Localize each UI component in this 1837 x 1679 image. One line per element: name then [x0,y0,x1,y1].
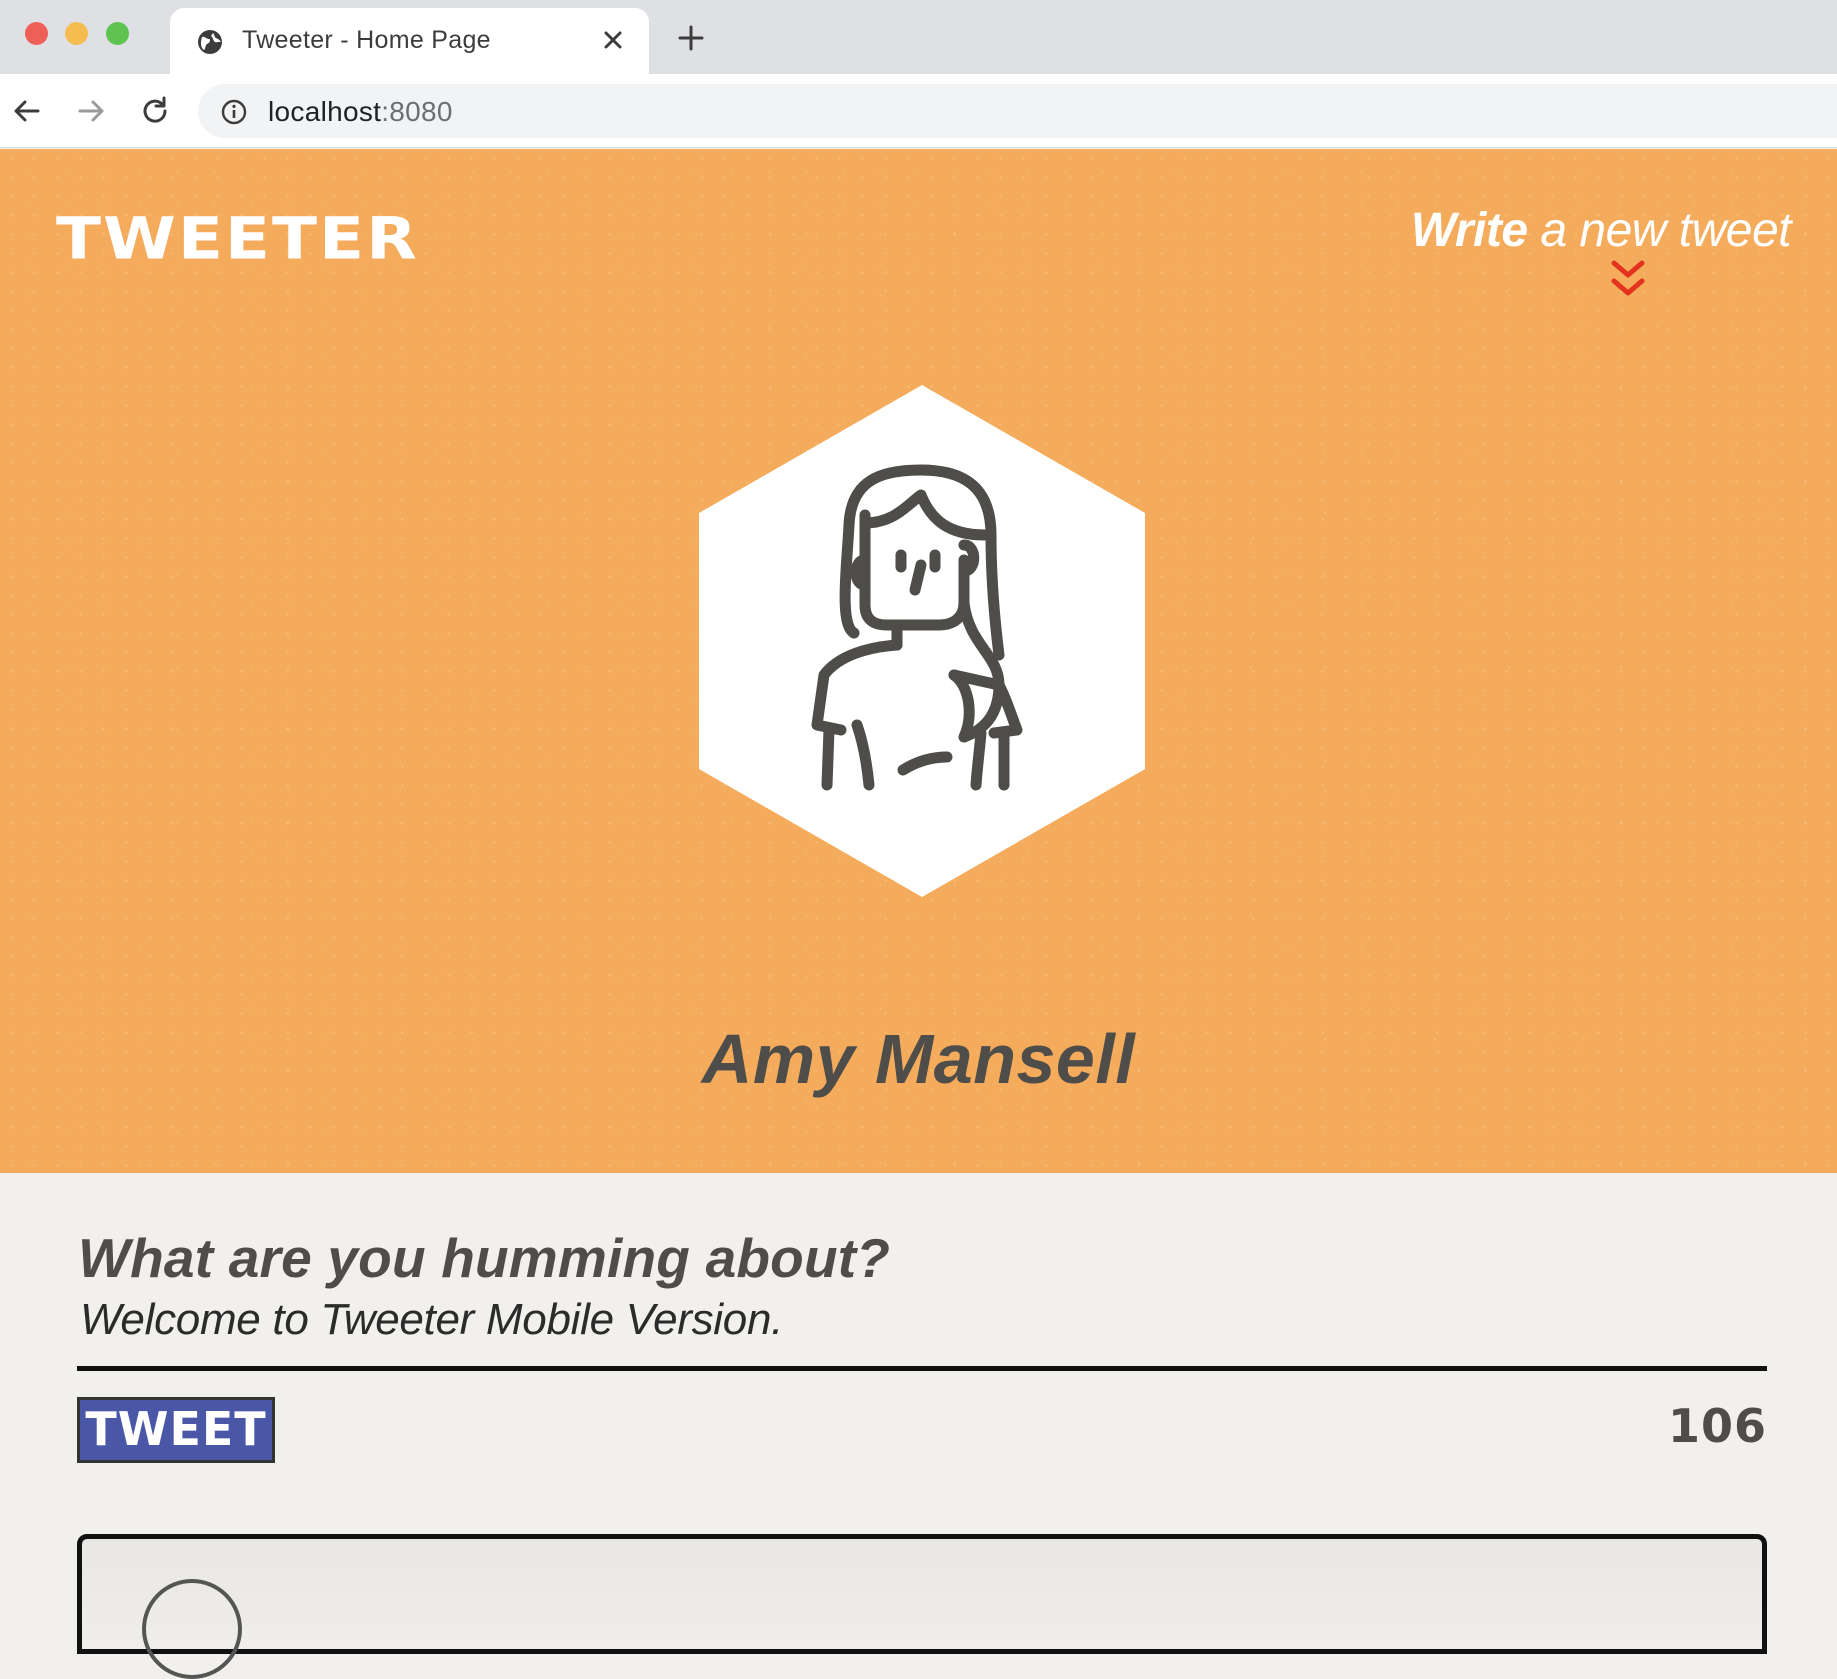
zoom-window-button[interactable] [106,22,129,45]
browser-toolbar: localhost:8080 [0,74,1837,148]
globe-icon [198,30,222,54]
profile-header: TWEETER Write a new tweet Amy Mansell [0,149,1837,1173]
write-new-tweet-link[interactable]: Write a new tweet [1410,203,1792,258]
profile-name: Amy Mansell [701,1020,1136,1098]
browser-tab[interactable]: Tweeter - Home Page [170,8,649,74]
write-link-rest: a new tweet [1527,204,1791,257]
compose-underline [77,1366,1767,1371]
compose-section: What are you humming about? Welcome to T… [0,1173,1837,1679]
double-chevron-down-icon[interactable] [1610,259,1646,301]
url-port: :8080 [381,96,453,127]
reload-icon[interactable] [138,94,172,128]
address-bar[interactable]: localhost:8080 [198,84,1837,138]
tab-title: Tweeter - Home Page [242,26,491,54]
url-text: localhost:8080 [268,96,453,128]
close-tab-icon[interactable] [598,25,628,55]
character-counter: 106 [1667,1399,1767,1453]
forward-icon[interactable] [74,94,108,128]
back-icon[interactable] [10,94,44,128]
new-tab-icon[interactable] [675,22,707,54]
brand-logo[interactable]: TWEETER [56,205,419,273]
compose-textarea[interactable]: Welcome to Tweeter Mobile Version. [80,1295,783,1345]
write-link-strong: Write [1410,204,1528,257]
tweet-card [77,1534,1767,1679]
minimize-window-button[interactable] [65,22,88,45]
close-window-button[interactable] [25,22,48,45]
avatar [699,385,1145,897]
compose-prompt: What are you humming about? [78,1227,891,1289]
url-host: localhost [268,96,382,127]
tweet-avatar [142,1579,242,1679]
info-icon[interactable] [220,98,248,126]
tweet-button[interactable]: TWEET [77,1397,275,1463]
browser-titlebar: Tweeter - Home Page [0,0,1837,74]
